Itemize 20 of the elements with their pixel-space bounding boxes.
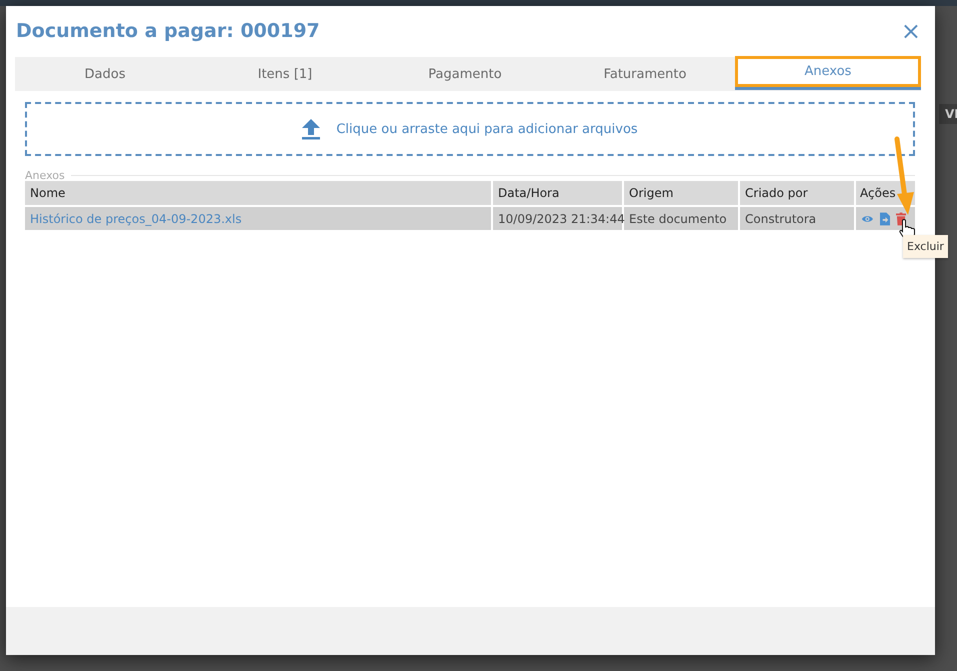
column-header: Criado por	[739, 181, 855, 206]
tooltip: Excluir	[903, 235, 948, 258]
close-button[interactable]: ×	[898, 20, 923, 40]
section-label: Anexos	[25, 168, 65, 182]
tab[interactable]: Dados	[15, 57, 195, 91]
table-cell: 10/09/2023 21:34:44	[492, 206, 623, 230]
upload-dropzone[interactable]: Clique ou arraste aqui para adicionar arquivos	[25, 102, 915, 156]
column-header: Nome	[25, 181, 492, 206]
table-cell: Construtora	[739, 206, 855, 230]
file-arrow-icon[interactable]	[880, 212, 890, 226]
tab[interactable]: Itens [1]	[195, 57, 375, 91]
tab[interactable]: Pagamento	[375, 57, 555, 91]
tab[interactable]: Faturamento	[555, 57, 735, 91]
column-header: Origem	[623, 181, 739, 206]
upload-icon	[302, 118, 320, 140]
dropzone-text: Clique ou arraste aqui para adicionar arquivos	[336, 122, 638, 136]
tab[interactable]: Anexos	[735, 56, 921, 87]
table-cell: Este documento	[623, 206, 739, 230]
dialog-title: Documento a pagar: 000197	[16, 20, 320, 42]
column-header: Data/Hora	[492, 181, 623, 206]
